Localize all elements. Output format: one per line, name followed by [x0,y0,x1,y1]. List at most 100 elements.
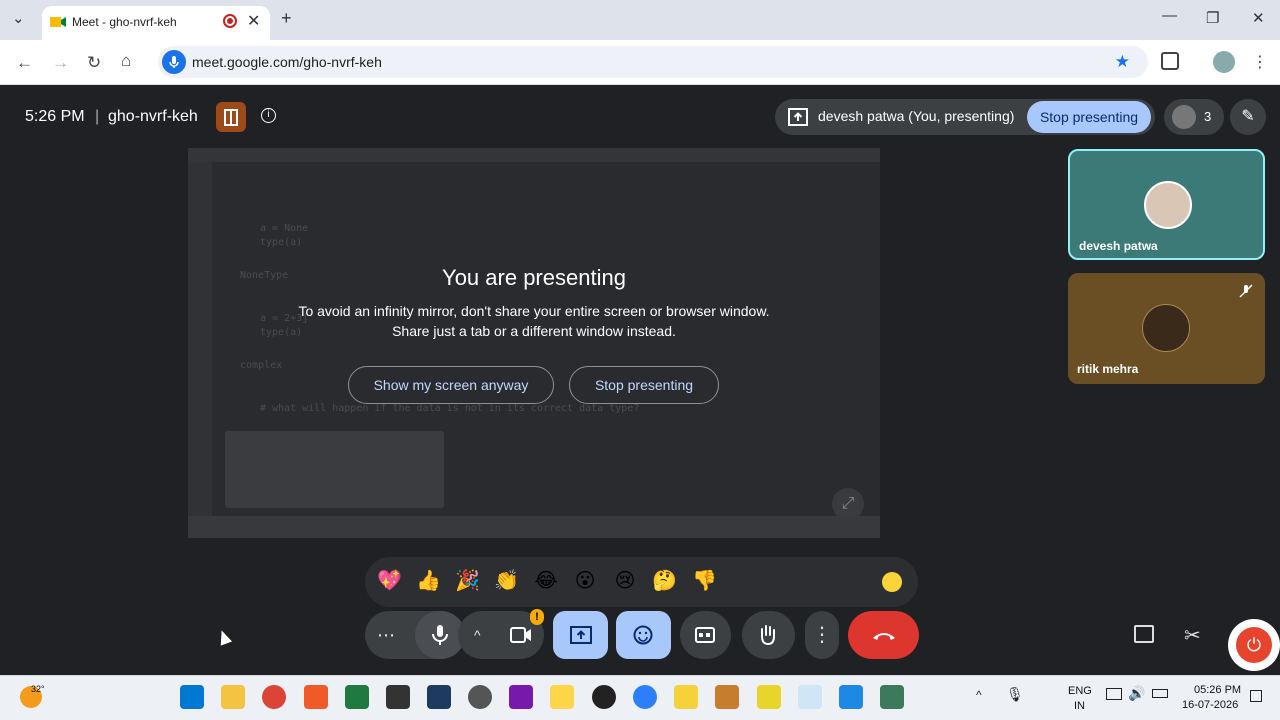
idea-bulb-icon[interactable] [550,685,574,709]
camera-options-chevron[interactable]: ^ [474,611,481,659]
windows-start-icon[interactable] [180,685,204,709]
tab-close-button[interactable]: ✕ [247,11,260,31]
file-explorer-icon[interactable] [221,685,245,709]
volume-icon[interactable]: 🔊 [1128,685,1145,702]
host-controls-icon[interactable] [216,102,246,132]
back-arrow-icon[interactable]: ← [16,53,33,73]
terminal-icon[interactable] [386,685,410,709]
url-text: meet.google.com/gho-nvrf-keh [192,54,382,70]
address-bar[interactable]: meet.google.com/gho-nvrf-keh ★ [158,46,1148,78]
chatgpt-icon[interactable] [468,685,492,709]
brave-icon[interactable] [304,685,328,709]
restore-button[interactable]: ❐ [1206,9,1219,27]
participant-tile-ritik[interactable]: ritik mehra [1068,273,1265,384]
raise-hand-button[interactable] [742,611,795,659]
mic-in-use-icon[interactable] [162,50,186,74]
shared-code-output: complex [240,360,283,371]
reload-icon[interactable]: ↻ [87,53,101,73]
language-region: IN [1074,700,1085,712]
system-tray-chevron-icon[interactable]: ^ [976,688,982,702]
image-viewer-icon[interactable] [880,685,904,709]
shared-screen-preview: a = None type(a) NoneType a = 2+3j type(… [188,148,880,538]
mic-control-group: ⋯ [365,611,465,659]
browser-toolbar: ← → ↻ ⌂ meet.google.com/gho-nvrf-keh ★ ⋮ [0,40,1280,85]
reaction-laughing[interactable]: 😂 [534,569,558,593]
new-tab-button[interactable]: + [281,8,292,29]
activities-icon[interactable]: ✂ [1184,623,1201,648]
bookmark-star-icon[interactable]: ★ [1115,52,1130,72]
presenting-status-pill: devesh patwa (You, presenting) Stop pres… [775,99,1155,135]
minimize-button[interactable]: — [1162,7,1177,24]
leave-call-button[interactable] [848,611,919,659]
stop-presenting-button[interactable]: Stop presenting [569,366,719,404]
camera-control-group: ^ ! [458,609,544,659]
reaction-thumbs-up[interactable]: 👍 [416,569,441,593]
profile-avatar[interactable] [1213,51,1235,73]
display-icon[interactable] [1106,688,1122,700]
reaction-thinking[interactable]: 🤔 [652,569,677,593]
pen-app-icon[interactable] [798,685,822,709]
expand-icon[interactable]: ⤢ [832,488,864,520]
participant-tile-devesh[interactable]: devesh patwa [1068,149,1265,260]
participant-count: 3 [1204,109,1212,124]
reaction-surprised[interactable]: 😮 [573,569,597,593]
reaction-thumbs-down[interactable]: 👎 [692,569,717,593]
home-icon[interactable]: ⌂ [121,51,131,71]
obs-icon[interactable] [592,685,616,709]
participant-name: ritik mehra [1077,362,1139,376]
excel-icon[interactable] [345,685,369,709]
hang-up-icon [873,633,895,640]
tab-title: Meet - gho-nvrf-keh [72,15,177,29]
camera-warning-badge: ! [530,609,544,625]
forward-arrow-icon[interactable]: → [52,53,69,73]
meeting-info-icon[interactable]: i [261,108,276,123]
reaction-sparkling-heart[interactable]: 💖 [377,569,402,593]
reaction-clapping[interactable]: 👏 [494,569,519,593]
more-audio-options-button[interactable]: ⋯ [377,611,395,659]
shared-code-line: type(a) [260,237,303,248]
mic-icon [432,625,448,645]
pw-app-icon[interactable] [757,685,781,709]
onenote-icon[interactable] [509,685,533,709]
presenting-overlay-line2: Share just a tab or a different window i… [392,323,676,339]
present-now-button[interactable] [553,611,608,659]
browser-tab-meet[interactable]: Meet - gho-nvrf-keh ✕ [42,6,270,40]
muted-mic-icon [1239,284,1253,298]
camera-icon[interactable] [510,627,532,643]
present-screen-icon [570,626,592,644]
chrome-menu-icon[interactable]: ⋮ [1252,52,1268,72]
tab-search-chevron-icon[interactable]: ⌄ [12,9,25,27]
shared-code-line: a = None [260,223,309,234]
word-app-icon[interactable] [715,685,739,709]
stop-presenting-top-button[interactable]: Stop presenting [1027,101,1151,133]
participant-avatar-stack [1172,105,1196,129]
shared-vscode-titlebar [188,148,880,162]
extensions-puzzle-icon[interactable] [1161,52,1179,70]
language-indicator[interactable]: ENG [1068,685,1092,697]
reaction-crying[interactable]: 😢 [613,569,637,593]
captions-button[interactable] [680,611,731,659]
sticky-notes-icon[interactable] [674,685,698,709]
chat-icon[interactable] [1134,625,1154,643]
todo-icon[interactable] [633,685,657,709]
more-options-button[interactable]: ⋮ [805,611,839,659]
participant-name: devesh patwa [1079,239,1158,253]
power-button-container[interactable]: ⏻ [1228,619,1280,671]
clock-time[interactable]: 05:26 PM [1194,684,1241,696]
reactions-button[interactable] [616,611,671,659]
app-icon[interactable] [427,685,451,709]
battery-icon[interactable] [1152,689,1168,698]
tray-mic-icon[interactable]: 🎙 [1006,686,1024,703]
participants-button[interactable]: 3 [1164,99,1224,135]
vscode-icon[interactable] [839,685,863,709]
show-screen-anyway-button[interactable]: Show my screen anyway [348,366,554,404]
skin-tone-selector[interactable] [882,572,902,592]
notifications-icon[interactable] [1250,690,1262,702]
window-close-button[interactable]: ✕ [1252,9,1265,27]
mouse-cursor [215,628,233,646]
presenting-overlay-line1: To avoid an infinity mirror, don't share… [298,303,770,319]
reaction-party-popper[interactable]: 🎉 [455,569,480,593]
edit-pen-icon[interactable]: ✎ [1230,99,1266,135]
chrome-icon[interactable] [262,685,286,709]
weather-temperature: 32° [31,684,45,694]
